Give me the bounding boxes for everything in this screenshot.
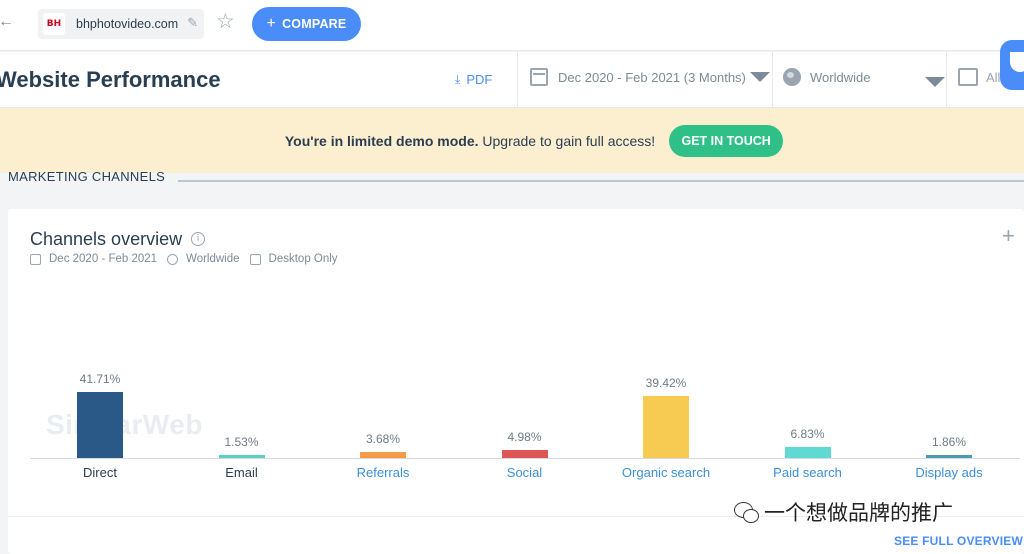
desktop-icon	[249, 253, 261, 265]
pdf-label: PDF	[466, 72, 493, 87]
get-in-touch-button[interactable]: GET IN TOUCH	[669, 124, 784, 157]
bar-value-label: 4.98%	[507, 430, 542, 445]
card-subtitle: Dec 2020 - Feb 2021 Worldwide Desktop On…	[30, 253, 338, 265]
bar-email[interactable]	[218, 455, 265, 458]
divider	[772, 52, 773, 108]
device-filter[interactable]: All	[958, 68, 1000, 86]
bar-organic-search[interactable]	[643, 395, 689, 458]
card-date: Dec 2020 - Feb 2021	[49, 253, 158, 265]
compare-button[interactable]: + COMPARE	[252, 7, 361, 41]
globe-icon	[783, 68, 801, 86]
category-label[interactable]: Organic search	[606, 465, 726, 480]
wechat-watermark: 一个想做品牌的推广	[734, 497, 953, 527]
divider	[517, 52, 518, 108]
bar-value-label: 1.53%	[224, 435, 259, 449]
chart-baseline	[30, 458, 1020, 459]
pencil-icon[interactable]: ✎	[187, 15, 198, 31]
calendar-icon	[30, 253, 41, 265]
geo-label: Worldwide	[810, 69, 871, 85]
chevron-down-icon	[750, 72, 770, 82]
banner-message: Upgrade to gain full access!	[478, 132, 656, 149]
device-label: All	[986, 69, 1001, 85]
category-label[interactable]: Display ads	[889, 465, 1009, 480]
section-divider	[178, 180, 1024, 182]
bar-value-label: 41.71%	[79, 372, 121, 386]
divider	[946, 52, 947, 108]
info-icon[interactable]: i	[191, 232, 205, 246]
pdf-button[interactable]: ⤓ PDF	[455, 72, 492, 87]
geo-filter[interactable]: Worldwide	[783, 68, 870, 86]
channels-chart: 41.71% Direct 1.53% Email 3.68% Referrals 4.98…	[30, 359, 1020, 480]
date-range-label: Dec 2020 - Feb 2021 (3 Months)	[558, 69, 746, 85]
wechat-icon	[734, 501, 760, 523]
chevron-down-icon[interactable]	[925, 77, 945, 87]
date-range-filter[interactable]: Dec 2020 - Feb 2021 (3 Months)	[530, 68, 770, 86]
bar-direct[interactable]	[77, 392, 123, 458]
bar-value-label: 1.86%	[931, 435, 967, 449]
category-label[interactable]: Social	[465, 465, 585, 480]
shield-icon[interactable]	[1000, 40, 1024, 90]
domain-chip[interactable]: BH bhphotovideo.com ✎	[38, 9, 204, 39]
device-icon	[958, 68, 978, 86]
star-icon[interactable]: ☆	[216, 11, 235, 32]
bar-value-label: 6.83%	[790, 427, 825, 442]
section-label: MARKETING CHANNELS	[8, 169, 166, 184]
back-arrow-icon[interactable]: ←	[0, 13, 14, 31]
download-icon: ⤓	[455, 72, 461, 86]
top-bar: ← BH bhphotovideo.com ✎ ☆ + COMPARE	[0, 0, 1024, 51]
demo-banner: You're in limited demo mode. Upgrade to …	[0, 108, 1024, 173]
site-favicon: BH	[43, 13, 65, 35]
bar-referrals[interactable]	[360, 452, 406, 458]
banner-text: You're in limited demo mode. Upgrade to …	[285, 133, 655, 149]
bar-paid-search[interactable]	[784, 447, 831, 458]
category-label[interactable]: Referrals	[323, 465, 443, 480]
bar-display-ads[interactable]	[926, 455, 972, 458]
bar-value-label: 3.68%	[365, 432, 401, 447]
category-label[interactable]: Paid search	[748, 465, 868, 480]
calendar-icon	[530, 68, 548, 86]
bar-social[interactable]	[501, 450, 548, 458]
banner-bold-text: You're in limited demo mode.	[284, 132, 479, 149]
see-full-overview-link[interactable]: SEE FULL OVERVIEW	[894, 534, 1023, 548]
category-label: Direct	[83, 465, 117, 480]
card-geo: Worldwide	[186, 253, 240, 265]
card-title: Channels overview	[30, 229, 183, 249]
wechat-text: 一个想做品牌的推广	[764, 501, 953, 525]
page-title: Website Performance	[0, 67, 221, 92]
plus-icon: +	[266, 15, 277, 32]
compare-label: COMPARE	[282, 17, 347, 31]
globe-icon	[167, 253, 179, 265]
domain-label: bhphotovideo.com	[76, 17, 179, 31]
page-header: Website Performance ⤓ PDF Dec 2020 - Feb…	[0, 52, 1024, 108]
category-label: Email	[225, 465, 258, 480]
card-device: Desktop Only	[268, 253, 338, 265]
add-icon[interactable]: +	[1002, 223, 1015, 249]
bar-value-label: 39.42%	[645, 375, 687, 390]
